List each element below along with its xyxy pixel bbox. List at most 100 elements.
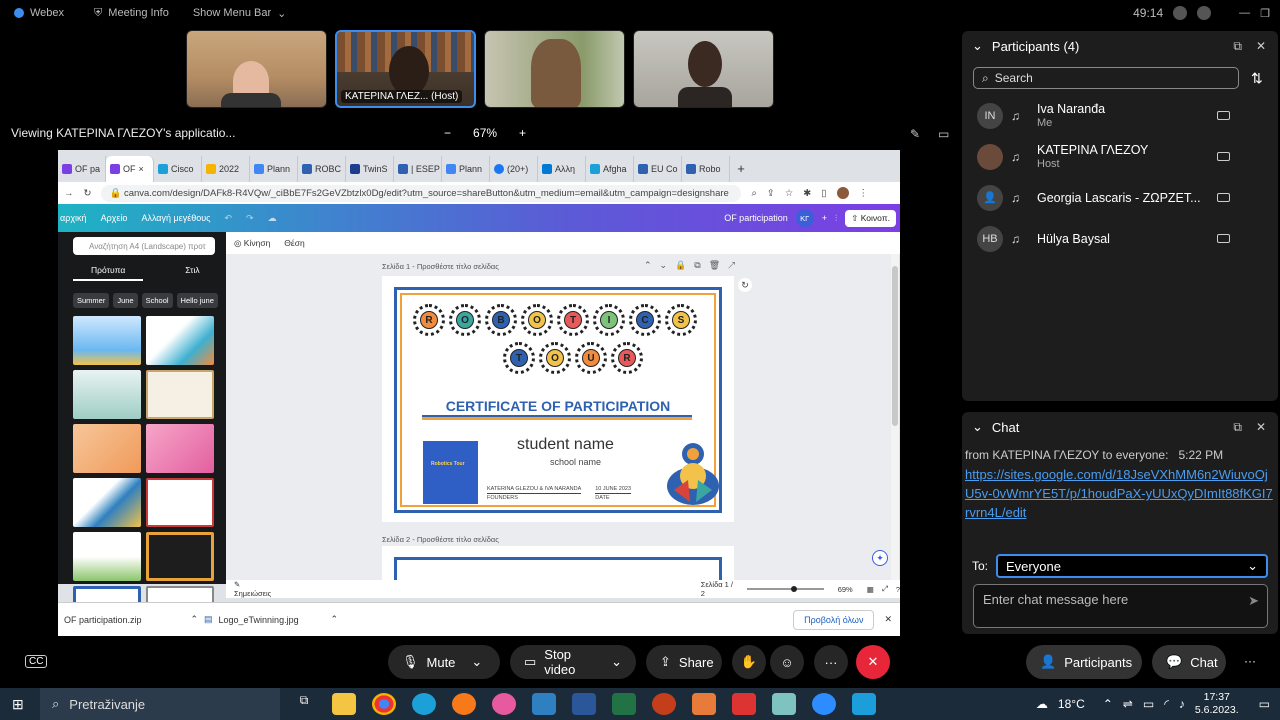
undo-icon[interactable]: ↶ [225, 213, 233, 224]
canva-file-menu[interactable]: Αρχείο [101, 213, 128, 223]
chip-summer[interactable]: Summer [73, 293, 110, 308]
animate-button[interactable]: ◎ Κίνηση [234, 238, 270, 249]
position-button[interactable]: Θέση [284, 238, 304, 248]
forward-icon[interactable]: → [64, 188, 74, 199]
fullscreen-icon[interactable]: ⤢ [882, 584, 888, 594]
stop-video-button[interactable]: ▭ Stop video ⌄ [510, 645, 636, 679]
app-icon[interactable] [692, 693, 716, 715]
edge-icon[interactable] [412, 693, 436, 715]
canva-home-link[interactable]: αρχική [60, 213, 87, 223]
zoom-slider-knob[interactable] [791, 586, 798, 592]
windows-start-icon[interactable]: ⊞ [12, 696, 24, 713]
battery-icon[interactable]: ▭ [1143, 697, 1154, 711]
recipient-select[interactable]: Everyone ⌄ [996, 554, 1269, 578]
insights-icon[interactable]: ⫶ [835, 213, 837, 224]
powerpoint-icon[interactable] [652, 693, 676, 715]
show-all-button[interactable]: Προβολή όλων [793, 609, 875, 630]
participant-row[interactable]: HB ♫ Hülya Baysal [962, 218, 1278, 259]
canva-share-button[interactable]: ⇧ Κοινοπ. [845, 209, 896, 227]
chevron-up-icon[interactable]: ⌃ [190, 614, 198, 625]
video-tile[interactable] [633, 30, 774, 108]
grid-view-icon[interactable]: ▦ [867, 585, 874, 594]
zoom-icon[interactable] [812, 693, 836, 715]
participant-row[interactable]: IN ♫ Iva Naranđa Me [962, 95, 1278, 136]
profile-icon[interactable] [836, 187, 849, 199]
browser-tab[interactable]: Plann [250, 156, 298, 182]
sidepanel-icon[interactable]: ▯ [821, 188, 826, 199]
browser-tab[interactable]: 2022 [202, 156, 250, 182]
canva-doc-title[interactable]: OF participation [724, 213, 788, 223]
browser-tab[interactable]: Cisco [154, 156, 202, 182]
annotate-icon[interactable]: ✎ [910, 127, 920, 141]
scroll-thumb[interactable] [892, 266, 898, 426]
chip-hello-june[interactable]: Hello june [176, 293, 218, 308]
notes-button[interactable]: ✎ Σημειώσεις [234, 580, 273, 598]
video-tile[interactable] [484, 30, 625, 108]
pop-out-icon[interactable]: ▭ [938, 127, 949, 141]
more-panels-icon[interactable]: ··· [1244, 654, 1256, 668]
share-button[interactable]: ⇪ Share [646, 645, 722, 679]
close-icon[interactable]: ✕ [1256, 39, 1266, 54]
participant-row[interactable]: ♫ ΚΑΤΕΡΙΝΑ ΓΛΕΖΟΥ Host [962, 136, 1278, 177]
tray-chevron-icon[interactable]: ⌃ [1103, 697, 1113, 711]
task-view-icon[interactable]: ⧉ [292, 693, 316, 715]
meeting-info-button[interactable]: ⛨ Meeting Info [94, 7, 169, 20]
bookmark-star-icon[interactable]: ☆ [785, 188, 794, 199]
excel-icon[interactable] [612, 693, 636, 715]
video-tile-host[interactable]: ΚΑΤΕΡΙΝΑ ΓΛΕΖ... (Host) [335, 30, 476, 108]
redo-icon[interactable]: ↷ [246, 213, 254, 224]
taskbar-search[interactable]: ⌕ Pretraživanje [40, 688, 280, 720]
participant-row[interactable]: 👤 ♫ Georgia Lascaris - ΖΩΡΖΕΤ... [962, 177, 1278, 218]
template-thumbnail[interactable] [73, 478, 141, 527]
template-thumbnail[interactable] [146, 532, 214, 581]
participants-button[interactable]: 👤 Participants [1026, 645, 1142, 679]
help-icon[interactable]: ? [896, 585, 900, 594]
share-page-icon[interactable]: ⇪ [767, 188, 775, 199]
browser-tab[interactable]: (20+) [490, 156, 538, 182]
leave-meeting-button[interactable]: ✕ [856, 645, 890, 679]
chevron-down-icon[interactable]: ⌄ [611, 654, 622, 670]
template-thumbnail[interactable] [146, 424, 214, 473]
browser-tab-active[interactable]: OF × [106, 156, 154, 182]
file-explorer-icon[interactable] [332, 693, 356, 715]
zoom-in-button[interactable]: + [519, 126, 526, 140]
raise-hand-button[interactable]: ✋ [732, 645, 766, 679]
tab-templates[interactable]: Πρότυπα [73, 265, 144, 281]
template-thumbnail[interactable] [146, 316, 214, 365]
chrome-icon[interactable] [372, 693, 396, 715]
wifi-icon[interactable]: ◜ [1164, 697, 1169, 711]
word-icon[interactable] [572, 693, 596, 715]
template-thumbnail[interactable] [73, 532, 141, 581]
template-thumbnail[interactable] [73, 316, 141, 365]
page-2-title[interactable]: Σελίδα 2 - Προσθέστε τίτλο σελίδας [382, 535, 499, 544]
close-icon[interactable]: ✕ [1256, 420, 1266, 435]
chip-school[interactable]: School [141, 293, 173, 308]
collapse-chevron-icon[interactable]: ⌄ [972, 419, 983, 435]
browser-tab[interactable]: TwinS [346, 156, 394, 182]
template-thumbnail[interactable] [146, 478, 214, 527]
pop-out-icon[interactable]: ⧉ [1233, 420, 1242, 435]
chat-link[interactable]: https://sites.google.com/d/18JseVXhMM6n2… [965, 465, 1274, 522]
browser-menu-icon[interactable]: ⋮ [859, 188, 869, 199]
browser-tab[interactable]: Αλλη [538, 156, 586, 182]
video-tile[interactable] [186, 30, 327, 108]
template-thumbnail[interactable] [73, 424, 141, 473]
pop-out-icon[interactable]: ⧉ [1233, 39, 1242, 54]
magic-button[interactable]: ✦ [872, 550, 888, 566]
browser-tab[interactable]: | ESEP [394, 156, 442, 182]
tab-styles[interactable]: Στιλ [185, 265, 199, 281]
search-icon[interactable]: ⌕ [751, 188, 756, 199]
chat-button[interactable]: 💬 Chat [1152, 645, 1226, 679]
usb-icon[interactable]: ⇌ [1123, 697, 1133, 711]
more-options-button[interactable]: ··· [814, 645, 848, 679]
close-icon[interactable]: × [139, 164, 144, 174]
mute-button[interactable]: 🎙 Mute ⌄ [388, 645, 500, 679]
notifications-icon[interactable]: ▭ [1259, 697, 1270, 711]
add-collaborator-icon[interactable]: + [822, 213, 827, 223]
zoom-out-button[interactable]: − [444, 126, 451, 140]
url-field[interactable]: 🔒 canva.com/design/DAFk8-R4VQw/_ciBbE7Fs… [101, 184, 742, 202]
close-icon[interactable]: ✕ [884, 614, 892, 625]
chevron-up-icon[interactable]: ⌃ [330, 614, 338, 625]
sort-icon[interactable]: ⇅ [1251, 70, 1263, 87]
template-thumbnail[interactable] [146, 370, 214, 419]
